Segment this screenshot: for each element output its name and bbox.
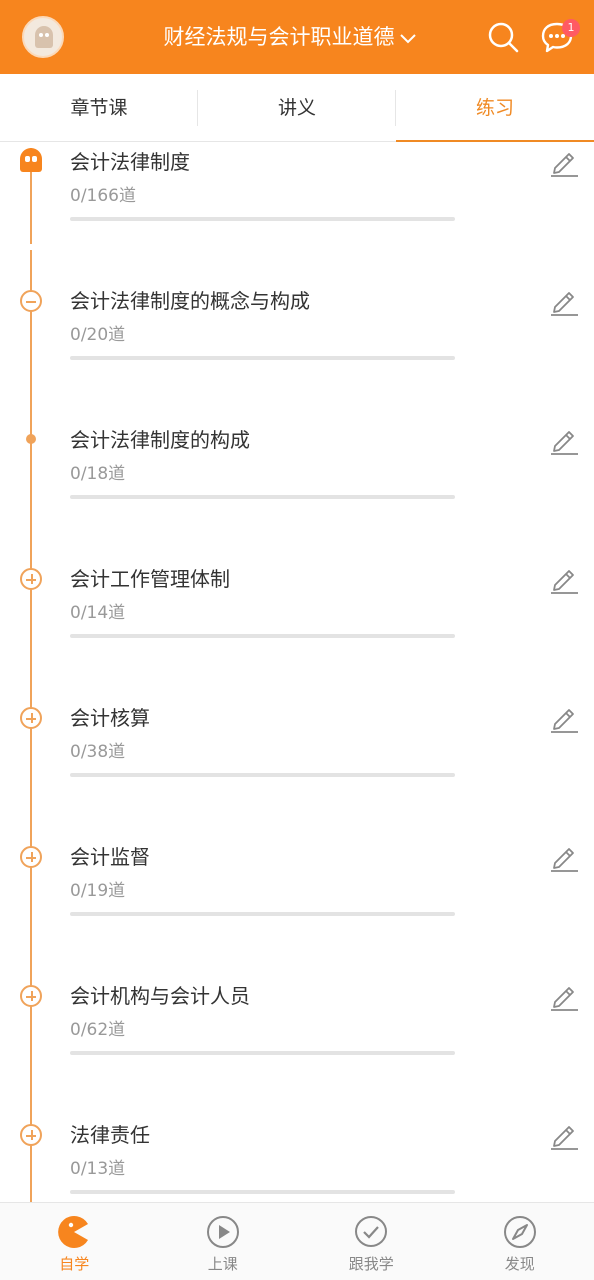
current-chapter-icon <box>20 148 42 172</box>
nav-label: 上课 <box>207 1255 238 1273</box>
tab-label: 讲义 <box>277 97 316 119</box>
course-selector[interactable]: 财经法规与会计职业道德 <box>140 22 440 52</box>
compass-icon <box>503 1216 536 1248</box>
nav-discover[interactable]: 发现 <box>446 1203 594 1280</box>
nav-label: 自学 <box>59 1255 90 1273</box>
chapter-item[interactable]: 法律责任 0/13道 <box>0 1117 594 1202</box>
search-icon[interactable] <box>486 20 520 54</box>
tab-label: 章节课 <box>70 97 128 119</box>
edit-practice-icon[interactable] <box>548 563 580 595</box>
chapter-item[interactable]: 会计法律制度 0/166道 <box>0 144 594 283</box>
chapter-title: 会计核算 <box>70 706 150 730</box>
chapter-item[interactable]: 会计法律制度的构成 0/18道 <box>0 422 594 561</box>
pacman-icon <box>58 1216 89 1248</box>
edit-practice-icon[interactable] <box>548 980 580 1012</box>
timeline-dot <box>26 434 36 444</box>
progress-bar <box>70 356 455 360</box>
chapter-title: 会计法律制度 <box>70 150 190 174</box>
progress-bar <box>70 634 455 638</box>
expand-icon[interactable] <box>20 568 42 590</box>
tab-chapter-lessons[interactable]: 章节课 <box>0 74 198 141</box>
expand-icon[interactable] <box>20 707 42 729</box>
progress-bar <box>70 1190 455 1194</box>
play-icon <box>206 1216 239 1248</box>
tab-handouts[interactable]: 讲义 <box>198 74 396 141</box>
question-count: 0/18道 <box>70 464 126 484</box>
progress-bar <box>70 1051 455 1055</box>
chapter-item[interactable]: 会计监督 0/19道 <box>0 839 594 978</box>
nav-class[interactable]: 上课 <box>149 1203 298 1280</box>
edit-practice-icon[interactable] <box>548 702 580 734</box>
nav-label: 跟我学 <box>348 1255 394 1273</box>
progress-bar <box>70 217 455 221</box>
chapter-item[interactable]: 会计机构与会计人员 0/62道 <box>0 978 594 1117</box>
question-count: 0/14道 <box>70 603 126 623</box>
question-count: 0/13道 <box>70 1159 126 1179</box>
progress-bar <box>70 912 455 916</box>
chapter-title: 会计法律制度的概念与构成 <box>70 289 310 313</box>
expand-icon[interactable] <box>20 1124 42 1146</box>
question-count: 0/62道 <box>70 1020 126 1040</box>
tab-practice[interactable]: 练习 <box>396 74 594 142</box>
chapter-item[interactable]: 会计工作管理体制 0/14道 <box>0 561 594 700</box>
chapter-title: 会计工作管理体制 <box>70 567 230 591</box>
question-count: 0/20道 <box>70 325 126 345</box>
question-count: 0/38道 <box>70 742 126 762</box>
chevron-down-icon <box>399 34 416 44</box>
chapter-title: 法律责任 <box>70 1123 150 1147</box>
expand-icon[interactable] <box>20 985 42 1007</box>
nav-label: 发现 <box>504 1255 535 1273</box>
tab-bar: 章节课 讲义 练习 <box>0 74 594 142</box>
chapter-title: 会计监督 <box>70 845 150 869</box>
chapter-item[interactable]: 会计法律制度的概念与构成 0/20道 <box>0 283 594 422</box>
page-title: 财经法规与会计职业道德 <box>163 25 395 49</box>
ghost-avatar-icon <box>35 26 53 48</box>
edit-practice-icon[interactable] <box>548 285 580 317</box>
edit-practice-icon[interactable] <box>548 146 580 178</box>
nav-self-study[interactable]: 自学 <box>0 1203 149 1280</box>
question-count: 0/19道 <box>70 881 126 901</box>
bottom-nav: 自学 上课 跟我学 发现 <box>0 1202 594 1280</box>
collapse-icon[interactable] <box>20 290 42 312</box>
app-header: 财经法规与会计职业道德 1 <box>0 0 594 74</box>
tab-label: 练习 <box>475 97 514 119</box>
nav-follow-me[interactable]: 跟我学 <box>297 1203 446 1280</box>
chapter-item[interactable]: 会计核算 0/38道 <box>0 700 594 839</box>
progress-bar <box>70 773 455 777</box>
chapter-list[interactable]: 会计法律制度 0/166道会计法律制度的概念与构成 0/20道会计法律制度的构成 0/… <box>0 142 594 1202</box>
avatar[interactable] <box>22 16 64 58</box>
chapter-title: 会计法律制度的构成 <box>70 428 250 452</box>
progress-bar <box>70 495 455 499</box>
edit-practice-icon[interactable] <box>548 841 580 873</box>
question-count: 0/166道 <box>70 186 136 206</box>
expand-icon[interactable] <box>20 846 42 868</box>
message-badge: 1 <box>562 19 580 37</box>
check-circle-icon <box>355 1215 388 1248</box>
edit-practice-icon[interactable] <box>548 1119 580 1151</box>
edit-practice-icon[interactable] <box>548 424 580 456</box>
chapter-title: 会计机构与会计人员 <box>70 984 250 1008</box>
